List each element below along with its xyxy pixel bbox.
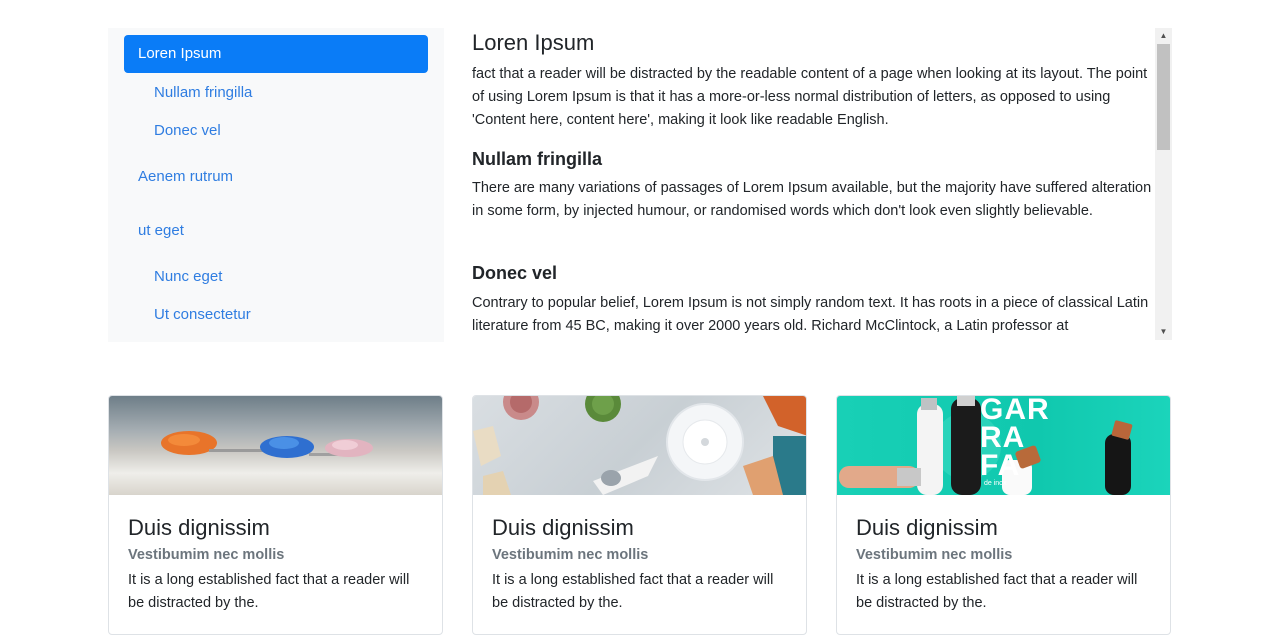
sidebar-nav: Loren Ipsum Nullam fringilla Donec vel A… (108, 28, 444, 342)
section-text-loren-ipsum: fact that a reader will be distracted by… (472, 66, 1148, 128)
section-text-nullam-fringilla: There are many variations of passages of… (472, 180, 1152, 219)
card-image-marble-table (473, 396, 806, 495)
nav-item-aenem-rutrum[interactable]: Aenem rutrum (124, 158, 428, 196)
section-text-donec-vel: Contrary to popular belief, Lorem Ipsum … (472, 295, 1149, 334)
card-image-bottles: GAR RA FA de inox (837, 396, 1170, 495)
card-title: Duis dignissim (128, 515, 270, 540)
card-text: It is a long established fact that a rea… (856, 572, 1138, 611)
card-title: Duis dignissim (492, 515, 634, 540)
card-subtitle: Vestibumim nec mollis (492, 547, 649, 563)
nav-item-donec-vel[interactable]: Donec vel (124, 112, 428, 150)
card-1: Duis dignissim Vestibumim nec mollis It … (108, 395, 443, 635)
card-3-logo: GAR RA FA de inox (980, 396, 1050, 487)
card-subtitle: Vestibumim nec mollis (128, 547, 285, 563)
nav-item-loren-ipsum[interactable]: Loren Ipsum (124, 35, 428, 73)
card-subtitle: Vestibumim nec mollis (856, 547, 1013, 563)
scrollspy-content[interactable]: Loren Ipsum fact that a reader will be d… (456, 28, 1172, 340)
scroll-down-icon[interactable]: ▼ (1155, 324, 1172, 340)
section-heading-nullam-fringilla: Nullam fringilla (472, 149, 603, 169)
card-text: It is a long established fact that a rea… (128, 572, 410, 611)
nav-item-nunc-eget[interactable]: Nunc eget (124, 258, 428, 296)
scroll-thumb[interactable] (1157, 44, 1170, 150)
section-heading-loren-ipsum: Loren Ipsum (472, 30, 595, 55)
nav-item-ut-consectetur[interactable]: Ut consectetur (124, 296, 428, 334)
card-text: It is a long established fact that a rea… (492, 572, 774, 611)
nav-item-nullam-fringilla[interactable]: Nullam fringilla (124, 74, 428, 112)
section-heading-donec-vel: Donec vel (472, 263, 558, 283)
scroll-up-icon[interactable]: ▲ (1155, 28, 1172, 44)
content-scrollbar[interactable]: ▲ ▼ (1155, 28, 1172, 340)
card-2: Duis dignissim Vestibumim nec mollis It … (472, 395, 807, 635)
card-3: GAR RA FA de inox Duis dignissim Vestibu… (836, 395, 1171, 635)
card-image-spoons (109, 396, 442, 495)
nav-item-ut-eget[interactable]: ut eget (124, 212, 428, 250)
card-title: Duis dignissim (856, 515, 998, 540)
